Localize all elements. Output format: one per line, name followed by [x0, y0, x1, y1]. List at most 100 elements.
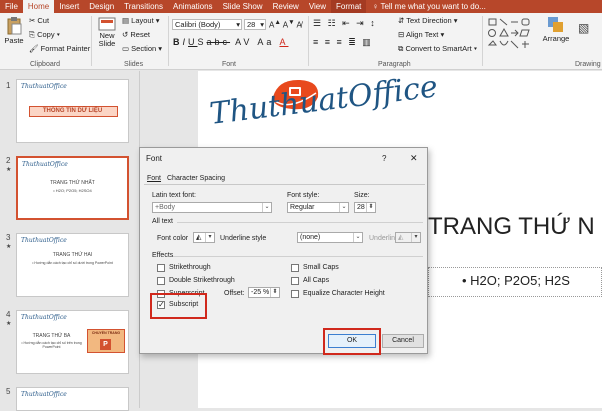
font-size-combo[interactable]: 28 ▾: [244, 19, 266, 30]
slide-title: TRANG THỨ BA: [32, 333, 71, 339]
case-button[interactable]: Aa: [257, 37, 274, 47]
shadow-button[interactable]: S: [198, 37, 207, 47]
tab-home[interactable]: Home: [22, 0, 55, 13]
slide-number: 5: [6, 387, 11, 396]
slide-thumbnail-4[interactable]: ThuthuatOffice TRANG THỨ BA • Hướng dẫn …: [16, 310, 129, 374]
font-format-buttons[interactable]: BIUSabc AV Aa A: [173, 37, 288, 47]
convert-smartart-button[interactable]: ⧉ Convert to SmartArt ▾: [398, 44, 477, 54]
highlight-box-subscript: [150, 293, 207, 319]
slide-thumbnail-2[interactable]: ThuthuatOffice TRANG THỨ NHẤT • H2O; P2O…: [16, 156, 129, 220]
paint-bucket-icon: ◭: [398, 234, 404, 241]
slide-thumbnail-5[interactable]: ThuthuatOffice: [16, 387, 129, 411]
logo-text: ThuthuatOffice: [21, 237, 67, 244]
double-strikethrough-checkbox[interactable]: [157, 277, 165, 285]
slide-number: 4: [6, 310, 11, 319]
tab-slide-show[interactable]: Slide Show: [218, 0, 268, 13]
strike-button[interactable]: abc: [207, 37, 231, 47]
slide-body: • H2O; P2O5; H2SO4: [53, 188, 92, 193]
small-caps-checkbox[interactable]: [291, 264, 299, 272]
grow-shrink-font-buttons[interactable]: A▲ A▼ A̸: [269, 19, 302, 30]
font-style-combo[interactable]: Regular ⌄: [287, 202, 349, 213]
equalize-height-checkbox[interactable]: [291, 290, 299, 298]
arrange-button[interactable]: Arrange: [542, 16, 570, 43]
spinner-icon: ⬍: [366, 203, 375, 212]
new-slide-button[interactable]: New Slide: [95, 16, 119, 48]
font-group-label: Font: [222, 61, 237, 68]
divider: [308, 16, 309, 66]
bullet-text[interactable]: • H2O; P2O5; H2S: [462, 273, 570, 288]
list-buttons[interactable]: ☰ ☷ ⇤ ⇥ ↕: [313, 18, 377, 29]
ribbon: Paste ✂ Cut ⎘ Copy ▾ 🖌 Format Painter Cl…: [0, 13, 602, 70]
slide-body: • Hướng dẫn cách tạo chỉ số trên trong P…: [21, 341, 82, 349]
divider: [91, 16, 92, 66]
slide-body: • Hướng dẫn cách tạo chỉ số dưới trong P…: [32, 261, 113, 265]
offset-input[interactable]: -25 % ⬍: [248, 287, 280, 298]
tab-review[interactable]: Review: [268, 0, 304, 13]
double-strikethrough-label: Double Strikethrough: [169, 277, 235, 284]
text-direction-button[interactable]: ⇵ Text Direction ▾: [398, 16, 458, 25]
quick-style-buttons[interactable]: ▧: [578, 21, 592, 35]
tab-file[interactable]: File: [0, 0, 23, 13]
format-painter-button[interactable]: 🖌 Format Painter: [29, 44, 90, 53]
cancel-button[interactable]: Cancel: [382, 334, 424, 348]
new-slide-icon: [98, 17, 116, 31]
paste-button[interactable]: Paste: [4, 16, 24, 45]
tab-transitions[interactable]: Transitions: [119, 0, 168, 13]
section-button[interactable]: ▭ Section ▾: [122, 44, 162, 53]
align-buttons[interactable]: ≡ ≡ ≡ ≣ ▥: [313, 37, 373, 48]
font-color-button[interactable]: A: [279, 37, 288, 47]
slide-thumbnail-pane: 1 ThuthuatOffice THÔNG TIN DỮ LIỆU 2 ★ T…: [0, 71, 140, 411]
logo-text: ThuthuatOffice: [21, 391, 67, 398]
align-text-icon: ⊟: [398, 30, 406, 39]
strikethrough-checkbox[interactable]: [157, 264, 165, 272]
paint-bucket-icon: ◭: [196, 234, 202, 241]
font-color-picker[interactable]: ◭ ▾: [193, 232, 215, 243]
help-button[interactable]: ?: [382, 154, 386, 163]
bold-button[interactable]: B: [173, 37, 183, 47]
size-label: Size:: [354, 192, 370, 199]
spacing-button[interactable]: AV: [235, 37, 252, 47]
all-caps-checkbox[interactable]: [291, 277, 299, 285]
underline-style-combo[interactable]: (none) ⌄: [297, 232, 363, 243]
tab-insert[interactable]: Insert: [54, 0, 84, 13]
tab-design[interactable]: Design: [84, 0, 119, 13]
size-input[interactable]: 28 ⬍: [354, 202, 376, 213]
font-style-label: Font style:: [287, 192, 320, 199]
tab-format[interactable]: Format: [331, 0, 367, 13]
layout-button[interactable]: ▤ Layout ▾: [122, 16, 160, 25]
cut-button[interactable]: ✂ Cut: [29, 16, 49, 25]
clipboard-group-label: Clipboard: [30, 61, 60, 68]
spinner-icon: ⬍: [270, 288, 279, 297]
font-color-label: Font color: [157, 235, 189, 242]
new-slide-label: New Slide: [98, 31, 116, 48]
reset-button[interactable]: ↺ Reset: [122, 30, 150, 39]
copy-button[interactable]: ⎘ Copy ▾: [29, 30, 60, 40]
tab-underline: [144, 184, 425, 185]
tab-character-spacing[interactable]: Character Spacing: [167, 175, 225, 182]
font-dialog: Font ? ✕ Font Character Spacing Latin te…: [139, 147, 428, 355]
slide-thumbnail-3[interactable]: ThuthuatOffice TRANG THỨ HAI • Hướng dẫn…: [16, 233, 129, 297]
underline-button[interactable]: U: [188, 37, 198, 47]
slide-number: 1: [6, 81, 11, 90]
effects-label: Effects: [152, 252, 174, 259]
tab-view[interactable]: View: [304, 0, 331, 13]
font-name-combo[interactable]: Calibri (Body) ▾: [172, 19, 242, 30]
chevron-down-icon: ▾: [260, 20, 264, 29]
close-icon[interactable]: ✕: [410, 153, 418, 164]
powerpoint-icon: P: [100, 339, 111, 350]
chevron-down-icon: ⌄: [353, 233, 362, 242]
shapes-gallery[interactable]: [487, 17, 535, 57]
tab-animations[interactable]: Animations: [168, 0, 218, 13]
slide-thumbnail-1[interactable]: ThuthuatOffice THÔNG TIN DỮ LIỆU: [16, 79, 129, 143]
tab-font[interactable]: Font: [147, 175, 161, 182]
underline-color-picker: ◭ ▾: [395, 232, 421, 243]
latin-font-combo[interactable]: +Body ⌄: [152, 202, 272, 213]
slide-logo-text: ThuthuatOffice: [207, 69, 440, 132]
slide-title[interactable]: TRANG THỨ N: [428, 213, 595, 241]
chevron-down-icon: ⌄: [339, 203, 348, 212]
paragraph-group-label: Paragraph: [378, 61, 411, 68]
divider: [168, 16, 169, 66]
align-text-button[interactable]: ⊟ Align Text ▾: [398, 30, 444, 39]
tell-me-search[interactable]: ♀ Tell me what you want to do...: [372, 2, 485, 11]
underline-style-label: Underline style: [220, 235, 267, 242]
